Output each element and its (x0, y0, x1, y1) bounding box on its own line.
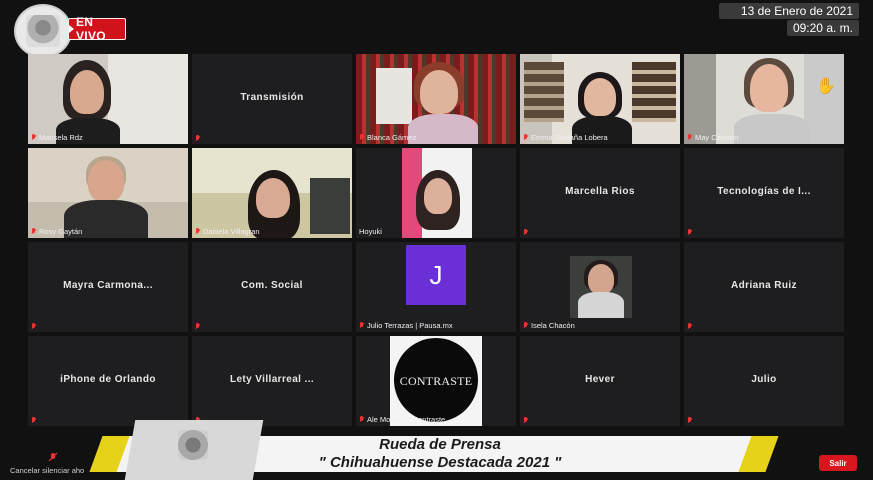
participant-name-tag (195, 135, 201, 142)
participant-name-tag: Marisela Rdz (31, 133, 83, 142)
banner-line-1: Rueda de Prensa (379, 436, 501, 453)
cancel-mute-all-button[interactable]: Cancelar silenciar aho (10, 466, 84, 475)
participant-name: Ale Morales | Contraste (367, 415, 446, 424)
state-seal-logo (14, 4, 72, 58)
mic-muted-icon (687, 323, 693, 330)
participant-name: Hever (585, 374, 615, 385)
play-icon (69, 25, 74, 33)
participant-name: Transmisión (240, 92, 304, 103)
participant-name: Lety Villarreal ... (229, 374, 315, 385)
participant-tile[interactable]: iPhone de Orlando (28, 336, 188, 426)
participant-name-tag (687, 323, 693, 330)
participant-name-tag: May Carreón (687, 133, 738, 142)
participant-name: Daniela Villagran (203, 227, 260, 236)
participant-name-tag: Emma Saldaña Lobera (523, 133, 608, 142)
participant-tile[interactable]: Hoyuki (356, 148, 516, 238)
participant-name-tag: Blanca Gámez (359, 133, 416, 142)
participant-name-tag (523, 417, 529, 424)
participant-tile[interactable]: Tecnologías de I... (684, 148, 844, 238)
mic-muted-icon (523, 322, 529, 329)
participant-name: Blanca Gámez (367, 133, 417, 142)
participant-name-tag (687, 417, 693, 424)
participant-name-tag: Rosy Gaytán (31, 227, 82, 236)
mic-muted-icon (31, 323, 37, 330)
participant-tile[interactable]: Com. Social (192, 242, 352, 332)
participant-tile[interactable]: CONTRASTE Ale Morales | Contraste (356, 336, 516, 426)
participant-tile[interactable]: Blanca Gámez (356, 54, 516, 144)
mic-muted-icon (523, 134, 529, 141)
mic-muted-icon (359, 134, 365, 141)
mic-muted-icon (31, 134, 37, 141)
mic-muted-icon (195, 323, 201, 330)
event-banner: Rueda de Prensa " Chihuahuense Destacada… (260, 436, 620, 472)
participant-tile[interactable]: May Carreón (684, 54, 844, 144)
leave-button[interactable]: Salir (819, 455, 857, 471)
banner-line-2: " Chihuahuense Destacada 2021 " (318, 454, 562, 471)
participant-name: Rosy Gaytán (39, 227, 83, 236)
participant-name-tag (195, 323, 201, 330)
live-badge: EN VIVO (68, 15, 126, 43)
mic-muted-icon (523, 229, 529, 236)
video-conference-app: EN VIVO 13 de Enero de 2021 09:20 a. m. … (0, 0, 873, 480)
time-text: 09:20 a. m. (786, 20, 859, 36)
participant-grid: Marisela Rdz Transmisión Blanca Gámez Em… (28, 54, 846, 426)
participant-name-tag (523, 229, 529, 236)
avatar: J (406, 245, 466, 305)
participant-name: Isela Chacón (531, 321, 575, 330)
participant-tile[interactable]: Julio (684, 336, 844, 426)
mic-muted-icon (687, 229, 693, 236)
participant-name-tag: Hoyuki (359, 227, 382, 236)
participant-name: Mayra Carmona... (63, 280, 153, 291)
mute-all-icon (48, 452, 58, 462)
mic-muted-icon (195, 135, 201, 142)
date-text: 13 de Enero de 2021 (719, 3, 859, 19)
mic-muted-icon (195, 228, 201, 235)
participant-name: Com. Social (241, 280, 303, 291)
participant-name: Tecnologías de I... (717, 186, 811, 197)
participant-name: Adriana Ruiz (731, 280, 797, 291)
participant-tile[interactable]: Marisela Rdz (28, 54, 188, 144)
participant-tile[interactable]: Marcella Rios (520, 148, 680, 238)
mic-muted-icon (31, 228, 37, 235)
seal-icon (178, 430, 208, 460)
participant-tile[interactable]: Mayra Carmona... (28, 242, 188, 332)
participant-tile[interactable]: Lety Villarreal ... (192, 336, 352, 426)
participant-name: iPhone de Orlando (60, 374, 156, 385)
participant-name: Marcella Rios (565, 186, 635, 197)
mic-muted-icon (687, 134, 693, 141)
participant-name: Julio Terrazas | Pausa.mx (367, 321, 453, 330)
logo-text: CONTRASTE (399, 374, 473, 388)
raise-hand-icon: ✋ (816, 78, 836, 95)
participant-name: Emma Saldaña Lobera (531, 133, 608, 142)
mic-muted-icon (687, 417, 693, 424)
participant-name-tag (31, 417, 37, 424)
participant-name-tag (31, 323, 37, 330)
participant-tile[interactable]: Daniela Villagran (192, 148, 352, 238)
participant-tile[interactable]: Adriana Ruiz (684, 242, 844, 332)
participant-name-tag (687, 229, 693, 236)
datetime-overlay: 13 de Enero de 2021 09:20 a. m. (719, 3, 859, 36)
seal-icon (26, 15, 60, 47)
participant-name-tag: Daniela Villagran (195, 227, 260, 236)
participant-tile[interactable]: Transmisión (192, 54, 352, 144)
participant-name: Marisela Rdz (39, 133, 83, 142)
mic-muted-icon (31, 417, 37, 424)
participant-name-tag: Julio Terrazas | Pausa.mx (359, 321, 453, 330)
participant-tile-active-speaker[interactable]: Emma Saldaña Lobera (520, 54, 680, 144)
mic-muted-icon (523, 417, 529, 424)
participant-name-tag: Ale Morales | Contraste (359, 415, 445, 424)
participant-tile[interactable]: Hever (520, 336, 680, 426)
participant-name-tag: Isela Chacón (523, 321, 575, 330)
participant-tile[interactable]: Isela Chacón (520, 242, 680, 332)
participant-name: May Carreón (695, 133, 739, 142)
participant-tile[interactable]: J Julio Terrazas | Pausa.mx (356, 242, 516, 332)
live-label: EN VIVO (76, 15, 106, 43)
participant-name: Hoyuki (359, 227, 382, 236)
mic-muted-icon (359, 416, 365, 423)
participant-tile[interactable]: Rosy Gaytán (28, 148, 188, 238)
mic-muted-icon (359, 322, 365, 329)
participant-name: Julio (751, 374, 777, 385)
